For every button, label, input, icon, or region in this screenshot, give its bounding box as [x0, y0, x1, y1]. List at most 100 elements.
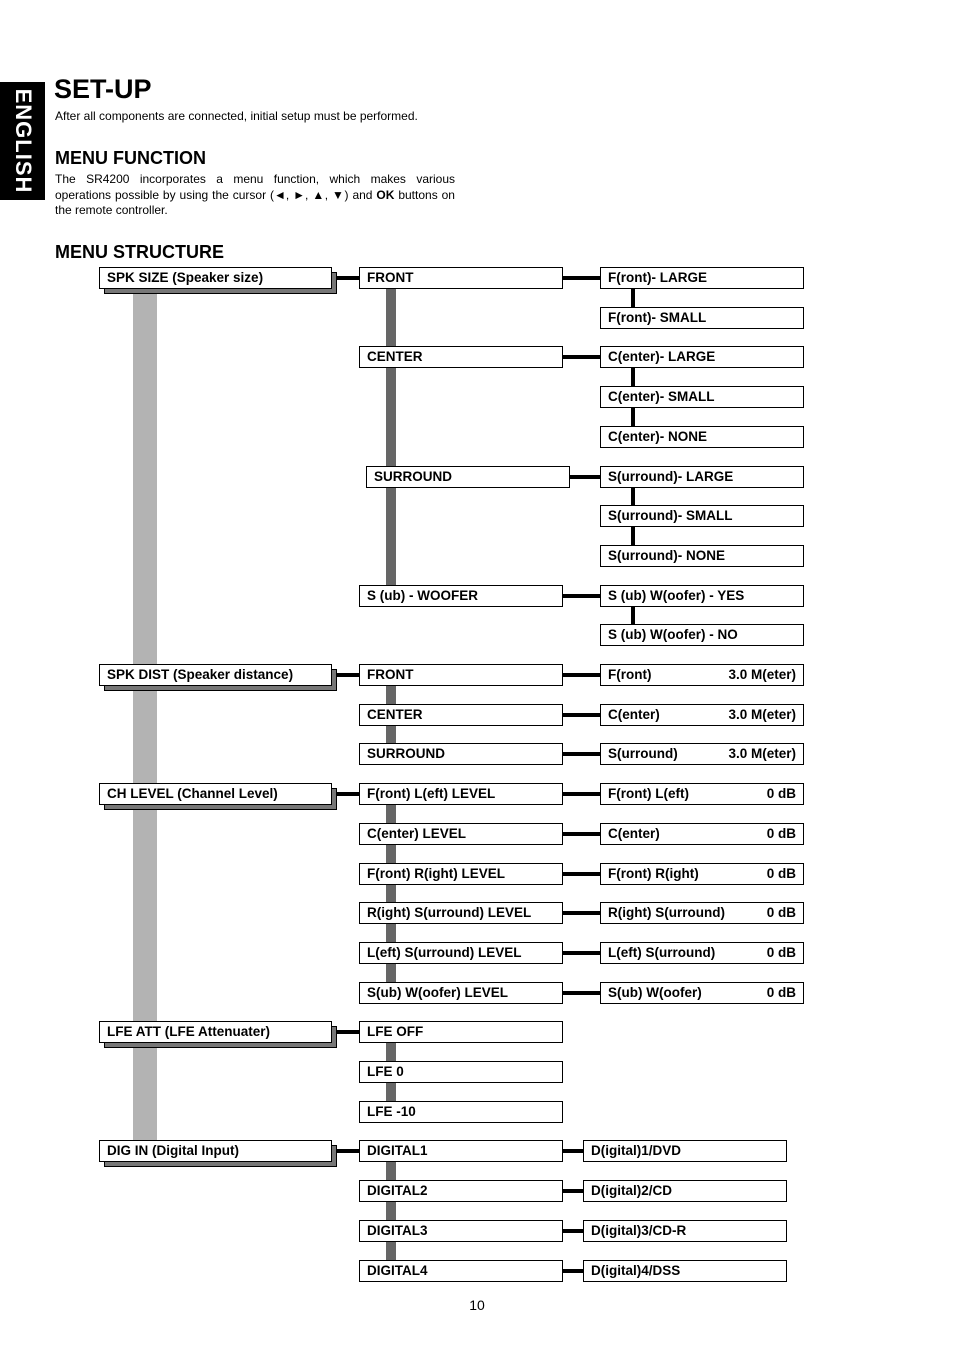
menu-option[interactable]: F(ront)- SMALL — [600, 307, 804, 329]
menu-item[interactable]: C(enter) LEVEL — [359, 823, 563, 845]
connector — [563, 713, 600, 717]
connector — [563, 1149, 583, 1153]
menu-item-label: FRONT — [367, 667, 414, 682]
connector — [631, 527, 635, 545]
menu-option[interactable]: F(ront) 3.0 M(eter) — [600, 664, 804, 686]
menu-option[interactable]: D(igital)1/DVD — [583, 1140, 787, 1162]
menu-option-label: S(ub) W(oofer) — [608, 985, 702, 1000]
menu-option[interactable]: D(igital)3/CD-R — [583, 1220, 787, 1242]
menu-option[interactable]: S (ub) W(oofer) - YES — [600, 585, 804, 607]
menu-item-label: SURROUND — [367, 746, 446, 761]
menu-item[interactable]: SURROUND — [366, 466, 570, 488]
connector — [563, 1229, 583, 1233]
menu-option[interactable]: S(urround)- LARGE — [600, 466, 804, 488]
menu-item[interactable]: LFE 0 — [359, 1061, 563, 1083]
menu-option-value: 3.0 M(eter) — [728, 746, 796, 761]
menu-option[interactable]: F(ront) R(ight) 0 dB — [600, 863, 804, 885]
menu-option[interactable]: S(urround)- NONE — [600, 545, 804, 567]
connector — [631, 368, 635, 386]
menu-item-label: DIGITAL1 — [367, 1143, 428, 1158]
menu-option-label: C(enter)- LARGE — [608, 349, 716, 364]
menu-item[interactable]: CENTER — [359, 704, 563, 726]
menu-group-label: CH LEVEL (Channel Level) — [107, 786, 278, 801]
menu-item[interactable]: LFE OFF — [359, 1021, 563, 1043]
connector — [563, 792, 600, 796]
menu-function-heading: MENU FUNCTION — [55, 148, 206, 168]
menu-group-0[interactable]: SPK SIZE (Speaker size) — [99, 267, 332, 289]
connector — [563, 872, 600, 876]
menu-option[interactable]: C(enter) 0 dB — [600, 823, 804, 845]
menu-item[interactable]: S(ub) W(oofer) LEVEL — [359, 982, 563, 1004]
menu-option[interactable]: S(urround)- SMALL — [600, 505, 804, 527]
menu-item[interactable]: FRONT — [359, 267, 563, 289]
menu-option[interactable]: L(eft) S(urround) 0 dB — [600, 942, 804, 964]
menu-item[interactable]: FRONT — [359, 664, 563, 686]
menu-item-label: S (ub) - WOOFER — [367, 588, 478, 603]
menu-item[interactable]: CENTER — [359, 346, 563, 368]
connector — [563, 673, 600, 677]
menu-option[interactable]: C(enter)- NONE — [600, 426, 804, 448]
menu-option-label: S(urround) — [608, 746, 678, 761]
intro-text: After all components are connected, init… — [55, 109, 418, 123]
menu-option[interactable]: C(enter)- LARGE — [600, 346, 804, 368]
menu-option[interactable]: D(igital)2/CD — [583, 1180, 787, 1202]
menu-item[interactable]: DIGITAL1 — [359, 1140, 563, 1162]
menu-option-label: C(enter)- SMALL — [608, 389, 715, 404]
menu-option-label: S(urround)- LARGE — [608, 469, 734, 484]
menu-item[interactable]: R(ight) S(urround) LEVEL — [359, 902, 563, 924]
menu-item[interactable]: F(ront) L(eft) LEVEL — [359, 783, 563, 805]
menu-option-label: D(igital)4/DSS — [591, 1263, 681, 1278]
connector — [563, 752, 600, 756]
menu-option[interactable]: S (ub) W(oofer) - NO — [600, 624, 804, 646]
connector — [631, 408, 635, 426]
menu-group-1[interactable]: SPK DIST (Speaker distance) — [99, 664, 332, 686]
menu-item-label: LFE -10 — [367, 1104, 416, 1119]
menu-function-text: The SR4200 incorporates a menu function,… — [55, 172, 455, 217]
connector — [570, 475, 600, 479]
menu-option[interactable]: S(ub) W(oofer) 0 dB — [600, 982, 804, 1004]
menu-item-label: DIGITAL3 — [367, 1223, 428, 1238]
menu-option[interactable]: S(urround) 3.0 M(eter) — [600, 743, 804, 765]
menu-group-3[interactable]: LFE ATT (LFE Attenuater) — [99, 1021, 332, 1043]
menu-item[interactable]: DIGITAL4 — [359, 1260, 563, 1282]
menu-option-label: S(urround)- NONE — [608, 548, 725, 563]
menu-option-label: C(enter) — [608, 707, 660, 722]
menu-option-label: F(ront)- LARGE — [608, 270, 707, 285]
menu-item[interactable]: DIGITAL3 — [359, 1220, 563, 1242]
menu-item[interactable]: DIGITAL2 — [359, 1180, 563, 1202]
menu-option-label: F(ront) — [608, 667, 652, 682]
menu-option-label: D(igital)2/CD — [591, 1183, 672, 1198]
menu-option-label: S (ub) W(oofer) - YES — [608, 588, 745, 603]
menu-option-label: R(ight) S(urround) — [608, 905, 725, 920]
menu-option[interactable]: C(enter) 3.0 M(eter) — [600, 704, 804, 726]
connector — [563, 832, 600, 836]
menu-item-label: S(ub) W(oofer) LEVEL — [367, 985, 508, 1000]
menu-item-label: L(eft) S(urround) LEVEL — [367, 945, 522, 960]
menu-item[interactable]: F(ront) R(ight) LEVEL — [359, 863, 563, 885]
menu-item-label: C(enter) LEVEL — [367, 826, 467, 841]
connector — [631, 289, 635, 307]
menu-option-label: L(eft) S(urround) — [608, 945, 716, 960]
menu-option[interactable]: C(enter)- SMALL — [600, 386, 804, 408]
menu-item[interactable]: S (ub) - WOOFER — [359, 585, 563, 607]
menu-item[interactable]: SURROUND — [359, 743, 563, 765]
menu-item[interactable]: L(eft) S(urround) LEVEL — [359, 942, 563, 964]
menu-item-label: CENTER — [367, 349, 423, 364]
menu-structure-heading: MENU STRUCTURE — [55, 242, 224, 262]
menu-group-label: SPK DIST (Speaker distance) — [107, 667, 294, 682]
menu-option[interactable]: D(igital)4/DSS — [583, 1260, 787, 1282]
menu-item-label: SURROUND — [374, 469, 453, 484]
menu-item[interactable]: LFE -10 — [359, 1101, 563, 1123]
menu-item-label: DIGITAL2 — [367, 1183, 428, 1198]
connector — [631, 488, 635, 505]
menu-option[interactable]: F(ront)- LARGE — [600, 267, 804, 289]
connector — [337, 1030, 359, 1034]
menu-group-2[interactable]: CH LEVEL (Channel Level) — [99, 783, 332, 805]
menu-group-4[interactable]: DIG IN (Digital Input) — [99, 1140, 332, 1162]
menu-option[interactable]: F(ront) L(eft) 0 dB — [600, 783, 804, 805]
menu-option-value: 3.0 M(eter) — [728, 667, 796, 682]
connector — [337, 792, 359, 796]
menu-option[interactable]: R(ight) S(urround) 0 dB — [600, 902, 804, 924]
menu-option-value: 0 dB — [766, 866, 796, 881]
menu-group-label: DIG IN (Digital Input) — [107, 1143, 239, 1158]
